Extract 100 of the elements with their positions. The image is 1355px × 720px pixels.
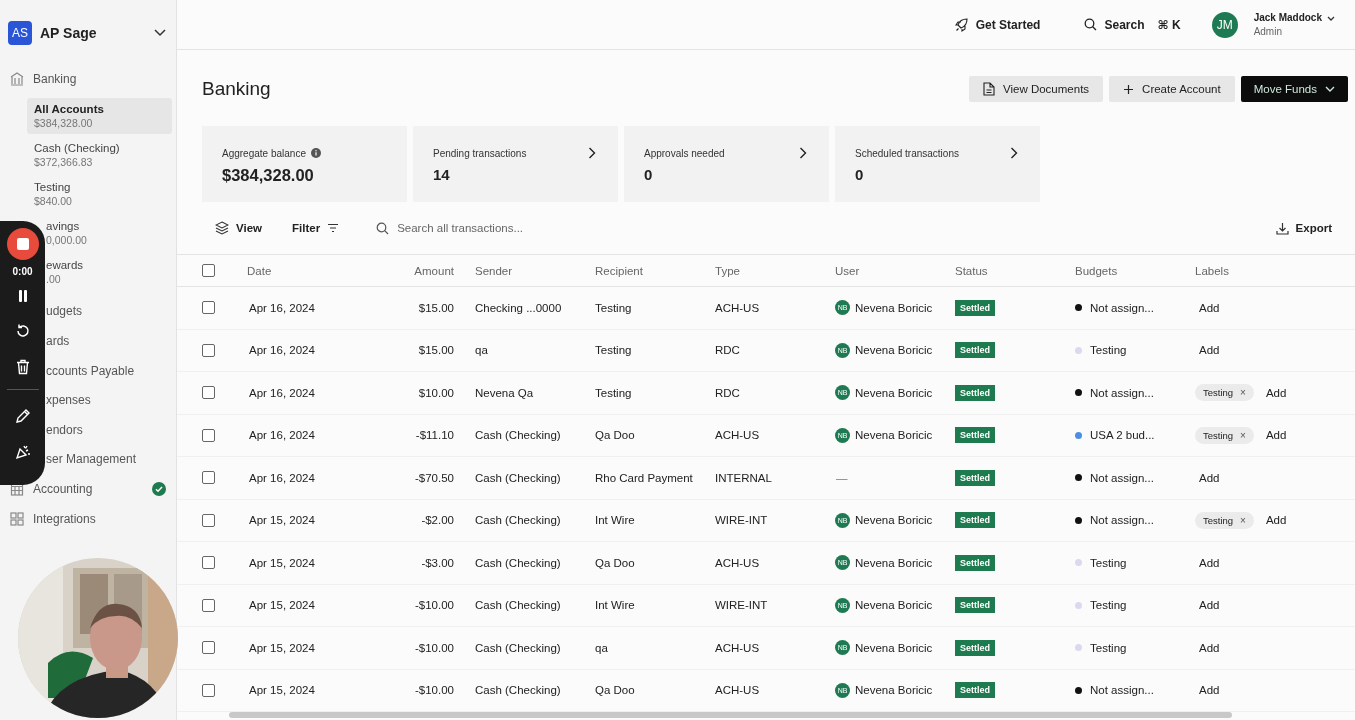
card-label: Approvals needed (644, 147, 725, 159)
account-item[interactable]: Testing $840.00 (27, 175, 172, 212)
add-label-button[interactable]: Add (1199, 344, 1220, 357)
row-checkbox[interactable] (202, 513, 215, 527)
table-cell: Checking ...0000 (475, 301, 562, 314)
table-cell: Testing (595, 386, 632, 399)
user-avatar[interactable]: JM (1211, 11, 1238, 38)
nav-item[interactable]: Accounting (33, 481, 152, 496)
nav-item[interactable]: udgets (46, 304, 166, 319)
search-field[interactable]: Search all transactions... (395, 221, 600, 235)
account-item[interactable]: avings 0,000.00 (46, 214, 172, 251)
view-documents-button[interactable]: View Documents (969, 76, 1104, 102)
user-role: Admin (1253, 26, 1283, 37)
account-item[interactable]: ewards .00 (46, 253, 172, 290)
summary-card[interactable]: Pending transactions 14 (413, 126, 618, 202)
account-item[interactable]: All Accounts $384,328.00 (27, 97, 172, 134)
table-cell: $10.00 (418, 386, 454, 399)
add-label-button[interactable]: Add (1199, 471, 1220, 484)
org-name[interactable]: AP Sage (40, 25, 154, 41)
nav-item[interactable]: endors (46, 422, 166, 437)
trash-icon[interactable] (15, 359, 30, 375)
row-checkbox[interactable] (202, 598, 215, 612)
table-cell: -$2.00 (421, 514, 454, 527)
column-header: User (835, 264, 860, 277)
budget-name: Testing (1090, 599, 1127, 612)
row-checkbox[interactable] (202, 343, 215, 357)
budget-name: Testing (1090, 641, 1127, 654)
add-label-button[interactable]: Add (1199, 641, 1220, 654)
info-icon[interactable] (310, 148, 321, 158)
stop-button[interactable] (6, 228, 39, 260)
row-checkbox[interactable] (202, 428, 215, 442)
user-name: Nevena Boricic (855, 429, 933, 442)
row-checkbox[interactable] (202, 386, 215, 400)
row-checkbox[interactable] (202, 683, 215, 697)
add-label-button[interactable]: Add (1199, 684, 1220, 697)
select-all-checkbox[interactable] (202, 264, 215, 277)
summary-card[interactable]: Approvals needed 0 (624, 126, 829, 202)
table-cell: -$10.00 (415, 684, 454, 697)
chevron-down-icon[interactable] (154, 29, 166, 37)
nav-item[interactable]: Integrations (33, 511, 166, 526)
row-checkbox[interactable] (202, 556, 215, 570)
table-cell: Apr 15, 2024 (249, 599, 315, 612)
table-cell: — (835, 471, 848, 484)
card-label: Pending transactions (433, 147, 527, 159)
chevron-right-icon[interactable] (1010, 147, 1018, 159)
table-cell: RDC (715, 386, 740, 399)
column-header: Date (247, 264, 272, 277)
confetti-icon[interactable] (14, 444, 31, 460)
remove-tag-button[interactable]: × (1240, 429, 1246, 441)
pause-icon[interactable] (16, 289, 29, 303)
add-label-button[interactable]: Add (1199, 301, 1220, 314)
account-name: Cash (Checking) (34, 141, 121, 154)
label-tag: Testing × (1195, 511, 1254, 529)
restart-icon[interactable] (14, 323, 31, 339)
add-label-button[interactable]: Add (1199, 599, 1220, 612)
table-cell: Int Wire (595, 599, 635, 612)
nav-item[interactable]: Banking (33, 71, 166, 86)
account-name: All Accounts (34, 102, 105, 115)
chevron-right-icon[interactable] (588, 147, 596, 159)
filter-button[interactable]: Filter (292, 222, 340, 234)
create-account-button[interactable]: Create Account (1109, 76, 1235, 102)
row-checkbox[interactable] (202, 641, 215, 655)
get-started-link[interactable]: Get Started (954, 17, 1041, 32)
account-name: avings (46, 219, 81, 232)
scrollbar-thumb[interactable] (229, 712, 1232, 718)
table-cell: Cash (Checking) (475, 471, 561, 484)
add-label-button[interactable]: Add (1265, 514, 1287, 527)
org-logo[interactable]: AS (8, 21, 32, 45)
add-label-button[interactable]: Add (1265, 386, 1287, 399)
nav-item[interactable]: ccounts Payable (46, 363, 166, 378)
chevron-down-icon[interactable] (1327, 16, 1335, 22)
remove-tag-button[interactable]: × (1240, 387, 1246, 399)
nav-item[interactable]: ser Management (46, 452, 166, 467)
remove-tag-button[interactable]: × (1240, 514, 1246, 526)
view-button[interactable]: View (215, 221, 262, 235)
nav-item[interactable]: ards (46, 334, 166, 348)
table-cell: Cash (Checking) (475, 641, 561, 654)
row-checkbox[interactable] (202, 301, 215, 315)
status-badge: Settled (955, 342, 995, 359)
pencil-icon[interactable] (14, 408, 31, 424)
search-icon (1084, 18, 1098, 31)
account-balance: $840.00 (34, 194, 73, 207)
search-button[interactable]: Search ⌘ K (1084, 17, 1181, 32)
add-label-button[interactable]: Add (1265, 429, 1287, 442)
user-name[interactable]: Jack Maddock (1253, 12, 1322, 23)
export-button[interactable]: Export (1275, 221, 1332, 235)
table-cell: -$3.00 (421, 556, 454, 569)
label-tag: Testing × (1195, 384, 1254, 402)
account-item[interactable]: Cash (Checking) $372,366.83 (27, 136, 172, 173)
account-balance: $384,328.00 (34, 116, 94, 129)
recording-timer: 0:00 (12, 266, 33, 277)
summary-card[interactable]: Scheduled transactions 0 (835, 126, 1040, 202)
table-cell: Cash (Checking) (475, 429, 561, 442)
move-funds-button[interactable]: Move Funds (1240, 76, 1348, 102)
column-header: Status (955, 264, 988, 277)
add-label-button[interactable]: Add (1199, 556, 1220, 569)
table-cell: $15.00 (418, 344, 454, 357)
row-checkbox[interactable] (202, 471, 215, 485)
nav-item[interactable]: xpenses (46, 393, 166, 408)
chevron-right-icon[interactable] (799, 147, 807, 159)
